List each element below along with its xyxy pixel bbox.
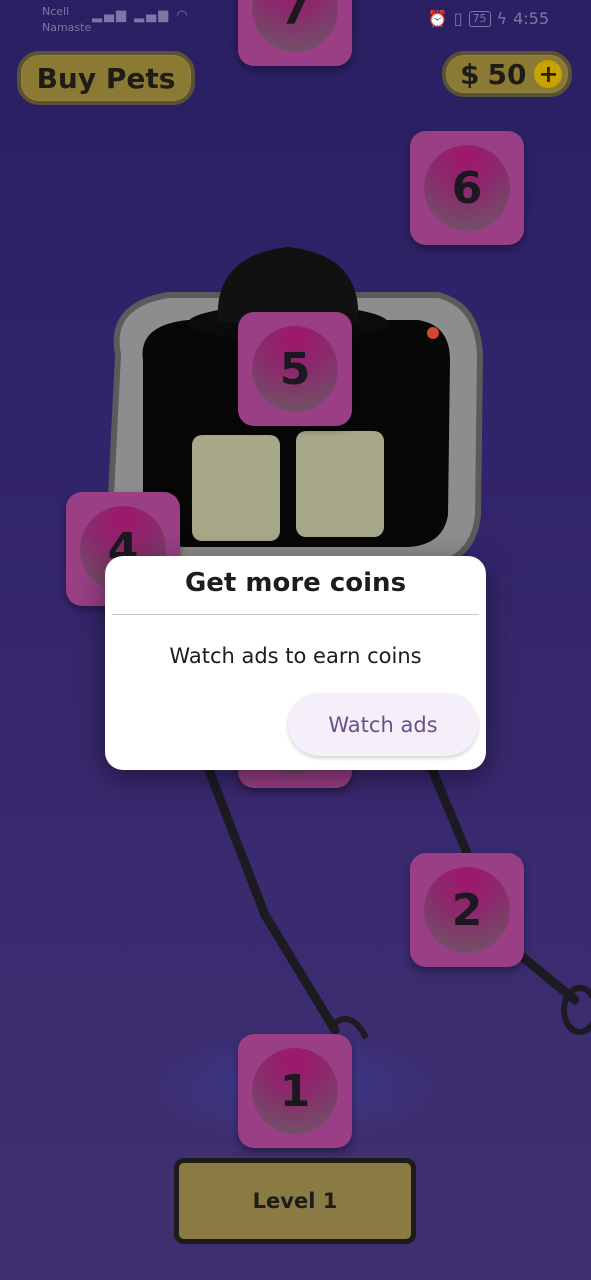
- level-button[interactable]: Level 1: [174, 1158, 416, 1244]
- get-coins-dialog: Get more coins Watch ads to earn coins W…: [105, 556, 486, 770]
- dialog-message: Watch ads to earn coins: [169, 644, 422, 668]
- dialog-title: Get more coins: [184, 568, 407, 598]
- watch-ads-button[interactable]: Watch ads: [288, 693, 478, 756]
- dialog-divider: [112, 614, 479, 615]
